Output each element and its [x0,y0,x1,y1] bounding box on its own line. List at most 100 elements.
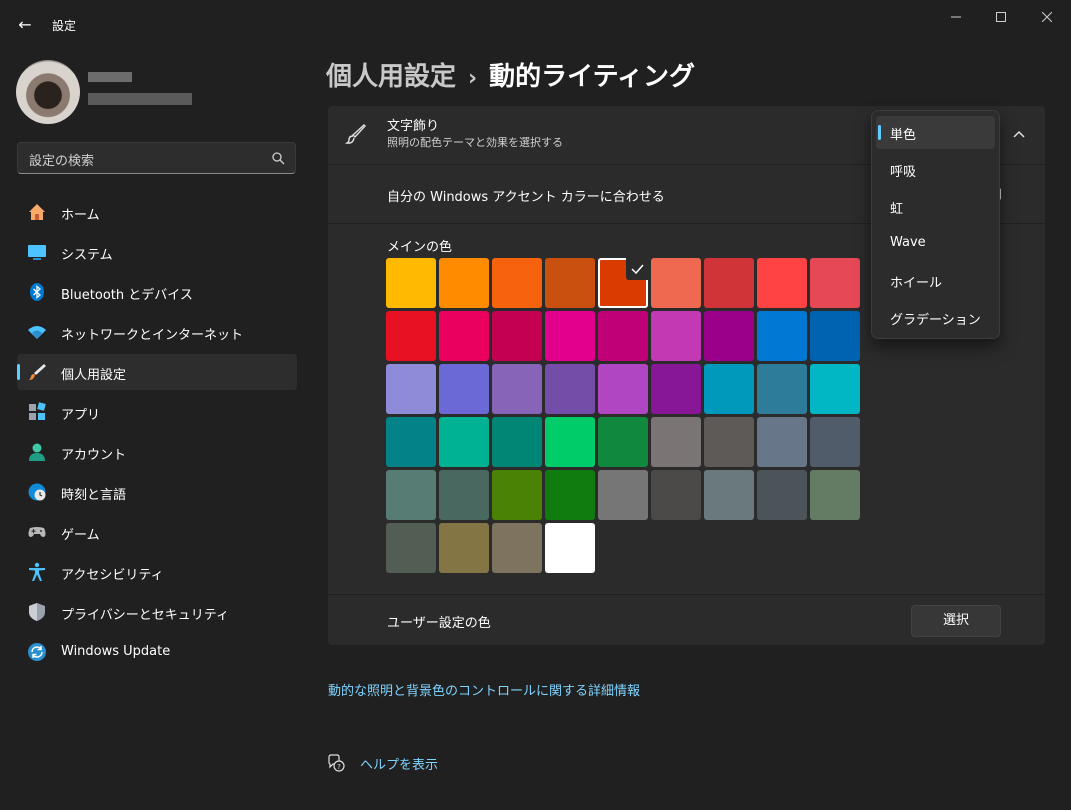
dropdown-option[interactable]: Wave [876,227,995,260]
color-swatch[interactable] [439,470,489,520]
learn-more-link[interactable]: 動的な照明と背景色のコントロールに関する詳細情報 [328,680,640,699]
accent-match-label: 自分の Windows アクセント カラーに合わせる [387,190,665,205]
sidebar-item-time-language[interactable]: 時刻と言語 [17,474,297,510]
dropdown-option[interactable]: 単色 [876,116,995,149]
color-swatch[interactable] [651,258,701,308]
custom-color-label: ユーザー設定の色 [387,616,491,631]
close-button[interactable] [1024,8,1070,28]
color-swatch[interactable] [492,417,542,467]
dropdown-option[interactable]: ホイール [876,264,995,297]
sidebar-item-bluetooth[interactable]: Bluetooth とデバイス [17,274,297,310]
color-swatch[interactable] [810,258,860,308]
chevron-up-icon[interactable] [1009,124,1029,144]
help-icon: ? [328,754,345,772]
color-swatch-grid [386,258,866,573]
color-swatch[interactable] [545,311,595,361]
selection-indicator [17,364,20,380]
account-icon [29,443,45,461]
color-swatch[interactable] [757,364,807,414]
color-swatch[interactable] [598,417,648,467]
maximize-button[interactable] [978,8,1024,28]
color-swatch[interactable] [545,523,595,573]
color-swatch[interactable] [651,311,701,361]
sidebar-item-accounts[interactable]: アカウント [17,434,297,470]
shield-icon [29,603,45,621]
sidebar-item-home[interactable]: ホーム [17,194,297,230]
dropdown-option[interactable]: 虹 [876,190,995,223]
color-swatch[interactable] [704,417,754,467]
breadcrumb-separator: › [468,66,478,91]
sidebar-item-network[interactable]: ネットワークとインターネット [17,314,297,350]
dropdown-option-label: 呼吸 [890,165,917,180]
sidebar-item-privacy[interactable]: プライバシーとセキュリティ [17,594,297,630]
dropdown-option-label: グラデーション [890,313,981,328]
get-help-link[interactable]: ヘルプを表示 [360,754,438,773]
color-swatch[interactable] [757,417,807,467]
color-swatch[interactable] [810,311,860,361]
color-swatch[interactable] [439,258,489,308]
select-color-button[interactable]: 選択 [911,605,1001,637]
color-swatch[interactable] [810,417,860,467]
sidebar-nav: ホーム システム Bluetooth とデバイス ネットワークとインターネット … [17,194,297,674]
color-swatch[interactable] [492,523,542,573]
app-title: 設定 [52,19,77,33]
minimize-button[interactable] [933,8,979,28]
color-swatch[interactable] [439,364,489,414]
color-swatch[interactable] [704,364,754,414]
color-swatch[interactable] [545,364,595,414]
color-swatch[interactable] [651,470,701,520]
color-swatch[interactable] [810,364,860,414]
color-swatch[interactable] [545,470,595,520]
search-icon [272,152,285,165]
color-swatch[interactable] [704,470,754,520]
avatar[interactable] [16,60,80,124]
gamepad-icon [28,527,46,537]
color-swatch[interactable] [386,311,436,361]
color-swatch[interactable] [492,364,542,414]
color-swatch[interactable] [757,470,807,520]
color-swatch[interactable] [810,470,860,520]
sidebar-item-windows-update[interactable]: Windows Update [17,634,297,670]
color-swatch[interactable] [704,258,754,308]
color-swatch[interactable] [439,311,489,361]
svg-text:?: ? [337,763,341,771]
profile-email-blurred [88,93,192,105]
color-swatch[interactable] [492,470,542,520]
color-swatch[interactable] [386,470,436,520]
color-swatch[interactable] [651,364,701,414]
color-swatch[interactable] [757,311,807,361]
sidebar-item-system[interactable]: システム [17,234,297,270]
breadcrumb: 個人用設定 › 動的ライティング [326,56,695,93]
color-swatch[interactable] [545,258,595,308]
sidebar-item-accessibility[interactable]: アクセシビリティ [17,554,297,590]
color-swatch[interactable] [386,258,436,308]
color-swatch[interactable] [598,258,648,308]
color-swatch[interactable] [651,417,701,467]
color-swatch[interactable] [492,311,542,361]
color-swatch[interactable] [439,417,489,467]
color-swatch[interactable] [386,523,436,573]
dropdown-option-label: Wave [890,235,926,250]
color-swatch[interactable] [545,417,595,467]
sidebar-item-personalization[interactable]: 個人用設定 [17,354,297,390]
search-input[interactable]: 設定の検索 [17,142,296,174]
sidebar-item-gaming[interactable]: ゲーム [17,514,297,550]
dropdown-option[interactable]: 呼吸 [876,153,995,186]
effect-dropdown-menu: 単色呼吸虹 Wave ホイールグラデーション [871,110,1000,339]
breadcrumb-parent[interactable]: 個人用設定 [326,62,456,92]
color-swatch[interactable] [598,364,648,414]
color-swatch[interactable] [757,258,807,308]
dropdown-option[interactable]: グラデーション [876,301,995,334]
color-swatch[interactable] [386,364,436,414]
color-swatch[interactable] [492,258,542,308]
home-icon [29,204,45,220]
color-swatch[interactable] [386,417,436,467]
wifi-icon [28,326,46,339]
paintbrush-icon [344,124,366,144]
color-swatch[interactable] [439,523,489,573]
back-button[interactable]: ← [14,14,36,36]
color-swatch[interactable] [598,470,648,520]
color-swatch[interactable] [704,311,754,361]
color-swatch[interactable] [598,311,648,361]
sidebar-item-apps[interactable]: アプリ [17,394,297,430]
